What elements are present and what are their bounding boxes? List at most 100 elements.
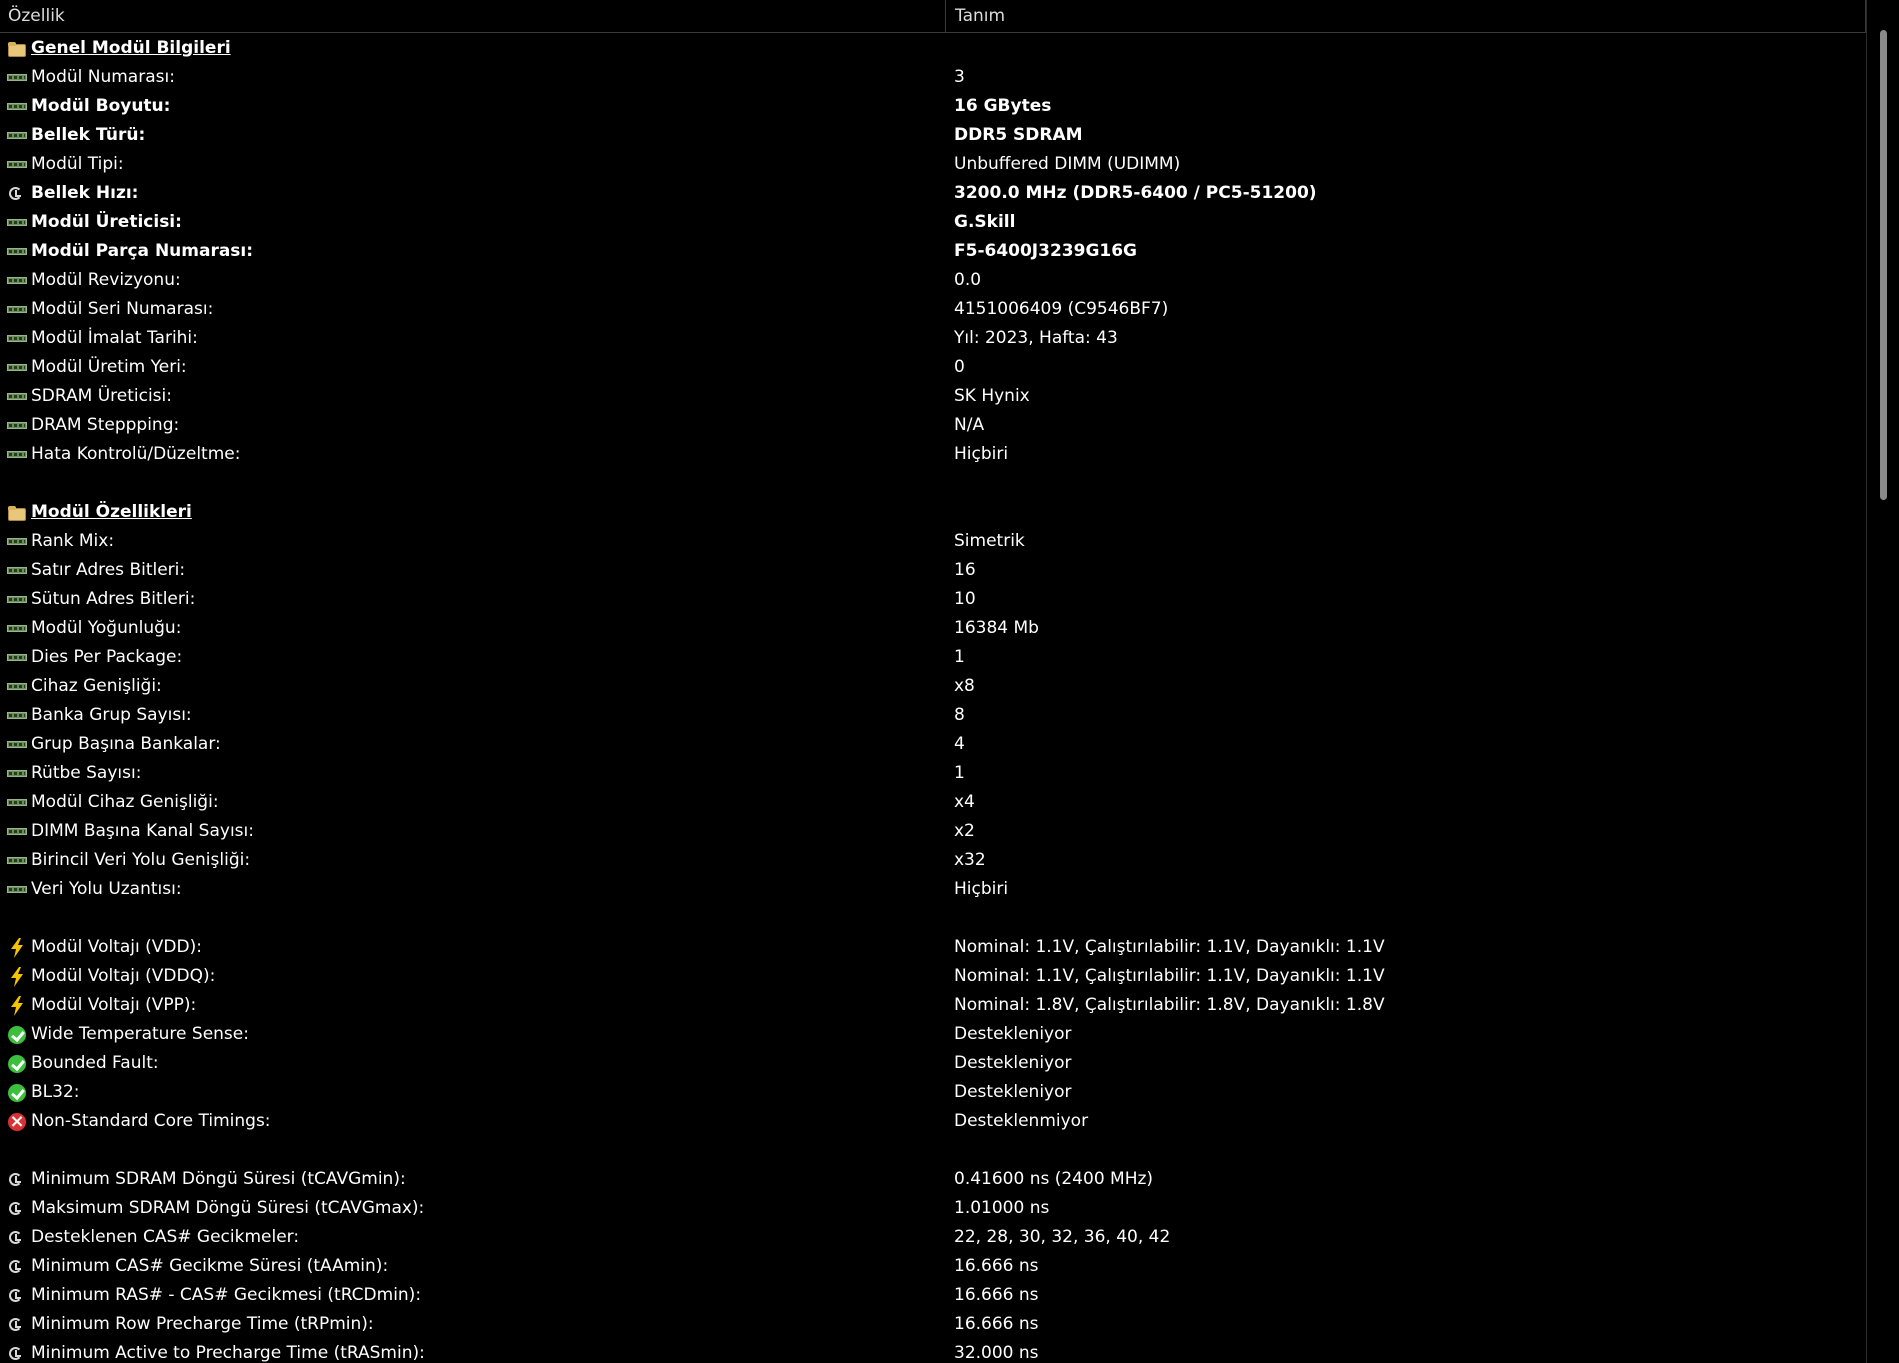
property-row[interactable]: Banka Grup Sayısı: 8 [0,701,1866,730]
ram-icon [6,68,28,88]
property-row[interactable]: Modül Voltajı (VDD): Nominal: 1.1V, Çalış… [0,933,1866,962]
property-row[interactable]: Modül Boyutu: 16 GBytes [0,92,1866,121]
property-cell: Satır Adres Bitleri: [6,556,185,585]
property-row[interactable]: Minimum CAS# Gecikme Süresi (tAAmin): 16.… [0,1252,1866,1281]
property-row[interactable]: Minimum RAS# - CAS# Gecikmesi (tRCDmin):… [0,1281,1866,1310]
property-value: Destekleniyor [954,1053,1072,1073]
property-label: Modül Numarası: [31,67,175,87]
property-row[interactable]: Modül Cihaz Genişliği: x4 [0,788,1866,817]
property-row[interactable]: Bounded Fault: Destekleniyor [0,1049,1866,1078]
property-value: 0 [954,357,965,377]
property-cell: Modül Revizyonu: [6,266,181,295]
scrollbar-thumb[interactable] [1880,30,1887,500]
property-value: F5-6400J3239G16G [954,241,1138,261]
property-label: Rank Mix: [31,531,115,551]
ram-icon [6,880,28,900]
property-value: 16384 Mb [954,618,1039,638]
property-value: Nominal: 1.1V, Çalıştırılabilir: 1.1V, D… [954,937,1385,957]
property-cell: Maksimum SDRAM Döngü Süresi (tCAVGmax): [6,1194,424,1223]
property-row[interactable]: Desteklenen CAS# Gecikmeler: 22, 28, 30, … [0,1223,1866,1252]
property-row[interactable]: Grup Başına Bankalar: 4 [0,730,1866,759]
property-row[interactable]: SDRAM Üreticisi: SK Hynix [0,382,1866,411]
section-header-row[interactable]: Genel Modül Bilgileri [0,34,1866,63]
property-row[interactable]: Rank Mix: Simetrik [0,527,1866,556]
property-row[interactable]: Wide Temperature Sense: Destekleniyor [0,1020,1866,1049]
property-cell: Cihaz Genişliği: [6,672,162,701]
property-row[interactable]: Dies Per Package: 1 [0,643,1866,672]
property-label: Modül Parça Numarası: [31,241,254,261]
ram-icon [6,619,28,639]
clock-icon [6,1228,28,1248]
property-row[interactable]: Modül Voltajı (VDDQ): Nominal: 1.1V, Çalı… [0,962,1866,991]
property-row[interactable]: Minimum Row Precharge Time (tRPmin): 16.6… [0,1310,1866,1339]
property-value: 3200.0 MHz (DDR5-6400 / PC5-51200) [954,183,1317,203]
column-header-description[interactable]: Tanım [947,0,1866,32]
property-cell: Modül Voltajı (VDDQ): [6,962,215,991]
property-row[interactable]: DRAM Steppping: N/A [0,411,1866,440]
clock-icon [6,1257,28,1277]
property-row[interactable]: BL32: Destekleniyor [0,1078,1866,1107]
property-cell: SDRAM Üreticisi: [6,382,172,411]
property-row[interactable]: Modül Yoğunluğu: 16384 Mb [0,614,1866,643]
property-value: 16 [954,560,976,580]
ram-icon [6,706,28,726]
property-row[interactable]: Modül İmalat Tarihi: Yıl: 2023, Hafta: 43 [0,324,1866,353]
property-row[interactable]: Maksimum SDRAM Döngü Süresi (tCAVGmax): 1… [0,1194,1866,1223]
ram-icon [6,793,28,813]
property-row[interactable]: Modül Parça Numarası: F5-6400J3239G16G [0,237,1866,266]
property-cell: Modül Seri Numarası: [6,295,213,324]
property-row[interactable]: Veri Yolu Uzantısı: Hiçbiri [0,875,1866,904]
property-row[interactable]: Bellek Türü: DDR5 SDRAM [0,121,1866,150]
property-cell: Modül Üretim Yeri: [6,353,187,382]
property-cell: Bellek Türü: [6,121,145,150]
property-row[interactable]: Birincil Veri Yolu Genişliği: x32 [0,846,1866,875]
property-row[interactable]: Modül Tipi: Unbuffered DIMM (UDIMM) [0,150,1866,179]
property-row[interactable]: Minimum SDRAM Döngü Süresi (tCAVGmin): 0.… [0,1165,1866,1194]
property-label: Modül Cihaz Genişliği: [31,792,219,812]
property-row[interactable]: Minimum Active to Precharge Time (tRASmi… [0,1339,1866,1363]
property-value: 16.666 ns [954,1285,1039,1305]
property-row[interactable]: Modül Voltajı (VPP): Nominal: 1.8V, Çalış… [0,991,1866,1020]
ram-icon [6,126,28,146]
property-cell: Grup Başına Bankalar: [6,730,221,759]
property-row[interactable]: Modül Revizyonu: 0.0 [0,266,1866,295]
property-row[interactable]: Sütun Adres Bitleri: 10 [0,585,1866,614]
property-row[interactable]: Modül Üreticisi: G.Skill [0,208,1866,237]
property-row[interactable]: Rütbe Sayısı: 1 [0,759,1866,788]
property-value: SK Hynix [954,386,1030,406]
list-header: Özellik Tanım [0,0,1866,33]
property-label: Modül Boyutu: [31,96,171,116]
column-header-property[interactable]: Özellik [0,0,946,32]
property-value: G.Skill [954,212,1016,232]
property-label: Desteklenen CAS# Gecikmeler: [31,1227,300,1247]
property-row[interactable]: Modül Üretim Yeri: 0 [0,353,1866,382]
property-label: Minimum Row Precharge Time (tRPmin): [31,1314,374,1334]
ram-icon [6,590,28,610]
property-cell: Modül İmalat Tarihi: [6,324,198,353]
property-row[interactable]: Non-Standard Core Timings: Desteklenmiyor [0,1107,1866,1136]
property-value: 16.666 ns [954,1256,1039,1276]
property-cell: Genel Modül Bilgileri [6,34,231,63]
property-row[interactable]: Modül Numarası: 3 [0,63,1866,92]
clock-icon [6,1315,28,1335]
property-cell: BL32: [6,1078,80,1107]
bolt-icon [6,966,28,987]
property-row[interactable]: Bellek Hızı: 3200.0 MHz (DDR5-6400 / PC5-… [0,179,1866,208]
property-value: 10 [954,589,976,609]
property-value: 8 [954,705,965,725]
property-row[interactable]: Satır Adres Bitleri: 16 [0,556,1866,585]
ram-icon [6,387,28,407]
vertical-scrollbar[interactable] [1866,0,1899,1363]
property-cell: Modül Voltajı (VDD): [6,933,202,962]
property-row[interactable]: Modül Seri Numarası: 4151006409 (C9546BF7… [0,295,1866,324]
section-title: Genel Modül Bilgileri [31,38,231,58]
property-label: DRAM Steppping: [31,415,180,435]
property-row[interactable]: Hata Kontrolü/Düzeltme: Hiçbiri [0,440,1866,469]
section-header-row[interactable]: Modül Özellikleri [0,498,1866,527]
property-row[interactable]: DIMM Başına Kanal Sayısı: x2 [0,817,1866,846]
property-label: Rütbe Sayısı: [31,763,142,783]
property-value: 1 [954,763,965,783]
clock-icon [6,1344,28,1363]
property-cell: Dies Per Package: [6,643,182,672]
property-row[interactable]: Cihaz Genişliği: x8 [0,672,1866,701]
